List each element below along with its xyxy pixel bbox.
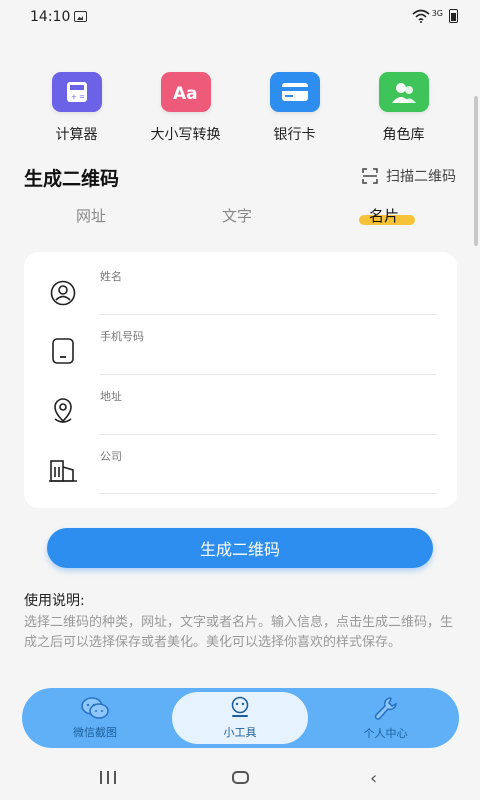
scan-icon [362, 168, 378, 184]
bank-card-icon [269, 72, 320, 112]
recents-button[interactable] [100, 771, 116, 784]
tool-label: 角色库 [382, 127, 425, 143]
image-notification-icon [74, 11, 87, 22]
tools-row: + = 计算器 Aa 大小写转换 银行卡 角色库 [0, 72, 480, 144]
svg-text:Aa: Aa [173, 84, 198, 104]
tool-label: 计算器 [55, 127, 98, 143]
calculator-icon: + = [51, 72, 102, 112]
nav-wechat-screenshot[interactable]: 微信截图 [22, 688, 168, 748]
nav-label: 个人中心 [363, 727, 408, 740]
system-nav-bar: ‹ [0, 760, 480, 800]
nav-tools[interactable]: 小工具 [172, 692, 308, 744]
divider [100, 374, 436, 375]
tab-business-card[interactable]: 名片 [369, 205, 399, 226]
location-icon [48, 396, 78, 426]
name-field[interactable]: 姓名 [24, 264, 457, 324]
tool-bank-card[interactable]: 银行卡 [240, 72, 349, 144]
company-field-label: 公司 [100, 450, 122, 463]
wrench-icon [374, 697, 397, 720]
phone-field[interactable]: 手机号码 [24, 324, 457, 384]
tool-calculator[interactable]: + = 计算器 [22, 72, 131, 144]
tab-text[interactable]: 文字 [222, 205, 252, 226]
wechat-icon [81, 697, 109, 719]
instructions-text: 选择二维码的种类，网址，文字或者名片。输入信息，点击生成二维码，生成之后可以选择… [24, 615, 454, 650]
name-field-label: 姓名 [100, 270, 122, 283]
building-icon [48, 456, 78, 486]
address-field[interactable]: 地址 [24, 384, 457, 444]
network-type: 3G [431, 8, 443, 18]
instructions-title: 使用说明: [24, 593, 85, 609]
tool-label: 银行卡 [273, 127, 316, 143]
text-case-icon: Aa [160, 72, 211, 112]
status-indicators: 3G [412, 9, 458, 23]
status-time: 14:10 [30, 9, 71, 25]
home-button[interactable] [232, 771, 249, 784]
section-title: 生成二维码 [24, 168, 120, 190]
back-button[interactable]: ‹ [370, 768, 377, 789]
scan-label: 扫描二维码 [386, 169, 456, 185]
battery-icon [449, 9, 458, 23]
nav-profile[interactable]: 个人中心 [312, 688, 459, 748]
contacts-icon [378, 72, 429, 112]
business-card-form: 姓名 手机号码 地址 公司 [24, 252, 457, 508]
status-bar: 14:10 3G [0, 0, 480, 36]
qr-type-tabs: 网址 文字 名片 [0, 205, 480, 231]
divider [100, 493, 436, 494]
phone-icon [48, 336, 78, 366]
bottom-nav: 微信截图 小工具 个人中心 [22, 688, 459, 748]
nav-label: 微信截图 [73, 726, 117, 739]
tab-url[interactable]: 网址 [76, 205, 106, 226]
tool-contacts[interactable]: 角色库 [349, 72, 458, 144]
robot-icon [231, 696, 249, 717]
scan-qr-button[interactable]: 扫描二维码 [362, 166, 456, 186]
address-field-label: 地址 [100, 390, 122, 403]
wifi-icon [412, 9, 430, 23]
divider [100, 434, 436, 435]
nav-label: 小工具 [223, 726, 257, 739]
svg-text:+ =: + = [71, 93, 85, 101]
divider [100, 314, 436, 315]
person-icon [48, 278, 78, 308]
tool-label: 大小写转换 [150, 127, 221, 143]
phone-field-label: 手机号码 [100, 330, 144, 343]
tool-text-case[interactable]: Aa 大小写转换 [131, 72, 240, 144]
company-field[interactable]: 公司 [24, 444, 457, 504]
generate-qr-button[interactable]: 生成二维码 [47, 528, 433, 568]
